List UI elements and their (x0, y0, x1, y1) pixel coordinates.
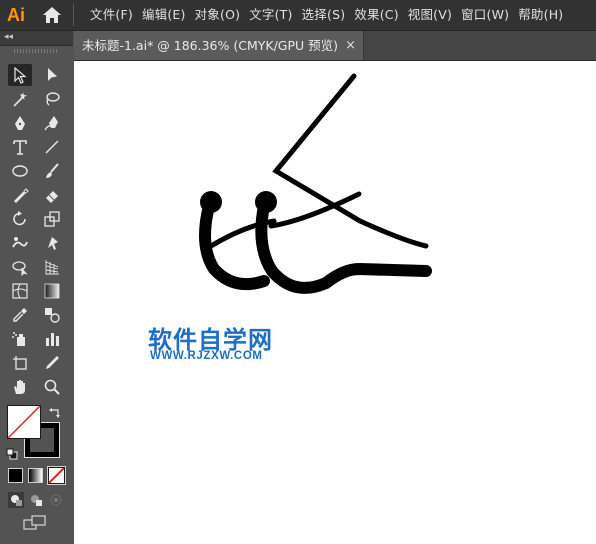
default-fill-stroke-icon[interactable] (6, 445, 18, 460)
watermark-url: WWW.RJZXW.COM (150, 350, 263, 362)
scale-tool-icon[interactable] (40, 208, 64, 230)
tools-panel: ◂◂ (0, 31, 73, 544)
document-tab[interactable]: 未标题-1.ai* @ 186.36% (CMYK/GPU 预览) × (74, 31, 364, 60)
column-graph-tool-icon[interactable] (40, 328, 64, 350)
perspective-grid-tool-icon[interactable] (40, 256, 64, 278)
close-tab-icon[interactable]: × (345, 31, 356, 60)
ellipse-tool-icon[interactable] (8, 160, 32, 182)
eraser-tool-icon[interactable] (40, 184, 64, 206)
magic-wand-tool-icon[interactable] (8, 88, 32, 110)
blend-tool-icon[interactable] (40, 304, 64, 326)
eyedropper-tool-icon[interactable] (8, 304, 32, 326)
home-icon[interactable] (42, 5, 62, 25)
curvature-tool-icon[interactable] (40, 112, 64, 134)
screen-mode-icon[interactable] (22, 515, 48, 531)
mesh-tool-icon[interactable] (8, 280, 32, 302)
puppet-warp-tool-icon[interactable] (8, 232, 32, 254)
rotate-tool-icon[interactable] (8, 208, 32, 230)
pen-tool-icon[interactable] (8, 112, 32, 134)
menu-file[interactable]: 文件(F) (88, 0, 140, 30)
selection-tool-icon[interactable] (8, 64, 32, 86)
paintbrush-tool-icon[interactable] (40, 160, 64, 182)
document-tabbar: 未标题-1.ai* @ 186.36% (CMYK/GPU 预览) × (74, 31, 596, 61)
type-tool-icon[interactable] (8, 136, 32, 158)
zoom-tool-icon[interactable] (40, 376, 64, 398)
menu-type[interactable]: 文字(T) (247, 0, 299, 30)
menu-view[interactable]: 视图(V) (406, 0, 459, 30)
artboard-canvas[interactable] (74, 61, 596, 544)
artwork (199, 73, 432, 294)
artboard-tool-icon[interactable] (8, 352, 32, 374)
menu-select[interactable]: 选择(S) (300, 0, 353, 30)
tools-panel-header: ◂◂ (0, 31, 73, 46)
panel-grip[interactable] (14, 49, 58, 53)
gradient-mode-button[interactable] (28, 468, 43, 483)
middle-curve (255, 200, 432, 294)
swap-fill-stroke-icon[interactable] (48, 405, 62, 419)
menu-edit[interactable]: 编辑(E) (140, 0, 193, 30)
fill-swatch[interactable] (7, 405, 41, 439)
menu-help[interactable]: 帮助(H) (516, 0, 570, 30)
draw-inside-icon[interactable] (48, 492, 64, 508)
menu-effect[interactable]: 效果(C) (352, 0, 405, 30)
document-tab-title: 未标题-1.ai* @ 186.36% (CMYK/GPU 预览) (82, 38, 339, 53)
color-mode-button[interactable] (8, 468, 23, 483)
symbol-sprayer-tool-icon[interactable] (8, 328, 32, 350)
draw-normal-icon[interactable] (8, 492, 24, 508)
menu-object[interactable]: 对象(O) (193, 0, 248, 30)
direct-selection-tool-icon[interactable] (40, 64, 64, 86)
lasso-tool-icon[interactable] (40, 88, 64, 110)
collapse-panel-icon[interactable]: ◂◂ (4, 32, 13, 42)
none-mode-button[interactable] (47, 466, 66, 485)
shape-builder-tool-icon[interactable] (8, 256, 32, 278)
menu-window[interactable]: 窗口(W) (459, 0, 516, 30)
draw-behind-icon[interactable] (28, 492, 44, 508)
app-logo: Ai (7, 5, 25, 25)
slice-tool-icon[interactable] (40, 352, 64, 374)
menu-divider (73, 4, 74, 26)
shaper-tool-icon[interactable] (8, 184, 32, 206)
hand-tool-icon[interactable] (8, 376, 32, 398)
free-transform-tool-icon[interactable] (40, 232, 64, 254)
line-segment-tool-icon[interactable] (40, 136, 64, 158)
gradient-tool-icon[interactable] (40, 280, 64, 302)
menu-bar: Ai 文件(F) 编辑(E) 对象(O) 文字(T) 选择(S) 效果(C) 视… (0, 0, 596, 31)
menu-list: 文件(F) 编辑(E) 对象(O) 文字(T) 选择(S) 效果(C) 视图(V… (88, 0, 570, 30)
